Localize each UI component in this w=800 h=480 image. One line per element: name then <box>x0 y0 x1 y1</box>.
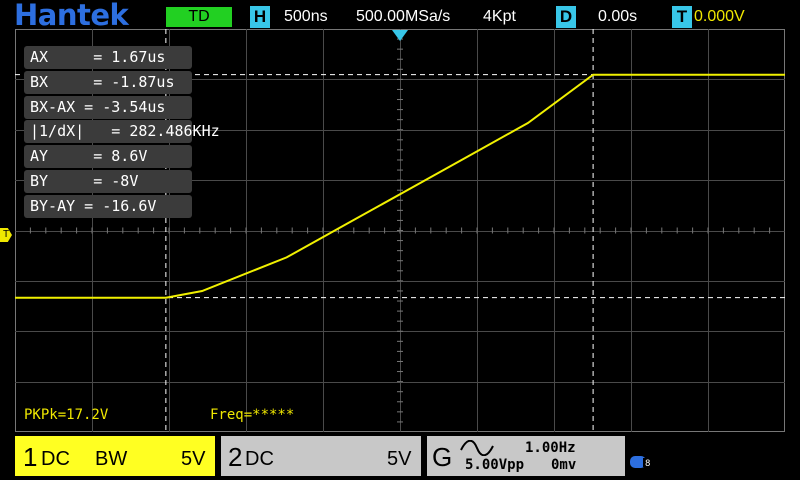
trigger-icon: T <box>672 6 692 28</box>
cursor-by-readout: BY = -8V <box>24 170 192 193</box>
usb-connection-icon: 8 <box>630 456 653 469</box>
cursor-ay-readout: AY = 8.6V <box>24 145 192 168</box>
channel-2-coupling: DC <box>245 448 274 470</box>
channel-1-coupling: DC <box>41 448 70 470</box>
cursor-inv-dx-readout: |1/dX| = 282.486KHz <box>24 120 220 143</box>
cursor-bx-readout: BX = -1.87us <box>24 71 192 94</box>
generator-offset: 0mv <box>551 457 577 473</box>
signal-generator-panel[interactable]: G 1.00Hz 5.00Vpp 0mv <box>427 436 625 476</box>
trigger-position-marker-icon[interactable] <box>391 29 409 43</box>
top-status-bar: Hantek TD H 500ns 500.00MSa/s 4Kpt D 0.0… <box>0 0 800 32</box>
cursor-ax-readout: AX = 1.67us <box>24 46 192 69</box>
delay-icon: D <box>556 6 576 28</box>
brand-logo: Hantek <box>14 0 129 32</box>
channel-2-number: 2 <box>228 442 243 472</box>
memory-depth[interactable]: 4Kpt <box>483 6 516 28</box>
trigger-level[interactable]: 0.000V <box>694 6 745 28</box>
generator-frequency: 1.00Hz <box>525 440 576 456</box>
channel-2-scale: 5V <box>387 448 412 470</box>
timebase-icon: H <box>250 6 270 28</box>
channel-status-bar: 1 DC BW 5V 2 DC 5V G 1.00Hz 5.00Vpp 0mv … <box>0 434 800 480</box>
delay-value[interactable]: 0.00s <box>598 6 637 28</box>
channel-1-number: 1 <box>23 442 38 472</box>
frequency-measurement: Freq=***** <box>210 407 295 423</box>
pkpk-measurement: PKPk=17.2V <box>24 407 109 423</box>
channel-1-scale: 5V <box>181 448 206 470</box>
timebase-value[interactable]: 500ns <box>284 6 328 28</box>
generator-amplitude: 5.00Vpp <box>465 457 525 473</box>
generator-label: G <box>432 442 453 472</box>
cursor-dx-readout: BX-AX = -3.54us <box>24 96 192 119</box>
sine-wave-icon <box>460 440 494 456</box>
trigger-level-marker[interactable]: T <box>0 228 12 242</box>
channel-1-bandwidth-limit: BW <box>95 448 128 470</box>
trigger-mode-badge[interactable]: TD <box>166 7 232 27</box>
svg-text:8: 8 <box>645 459 650 469</box>
channel-2-panel[interactable]: 2 DC 5V <box>221 436 421 476</box>
sample-rate: 500.00MSa/s <box>356 8 451 25</box>
cursor-dy-readout: BY-AY = -16.6V <box>24 195 192 218</box>
channel-1-panel[interactable]: 1 DC BW 5V <box>15 436 215 476</box>
